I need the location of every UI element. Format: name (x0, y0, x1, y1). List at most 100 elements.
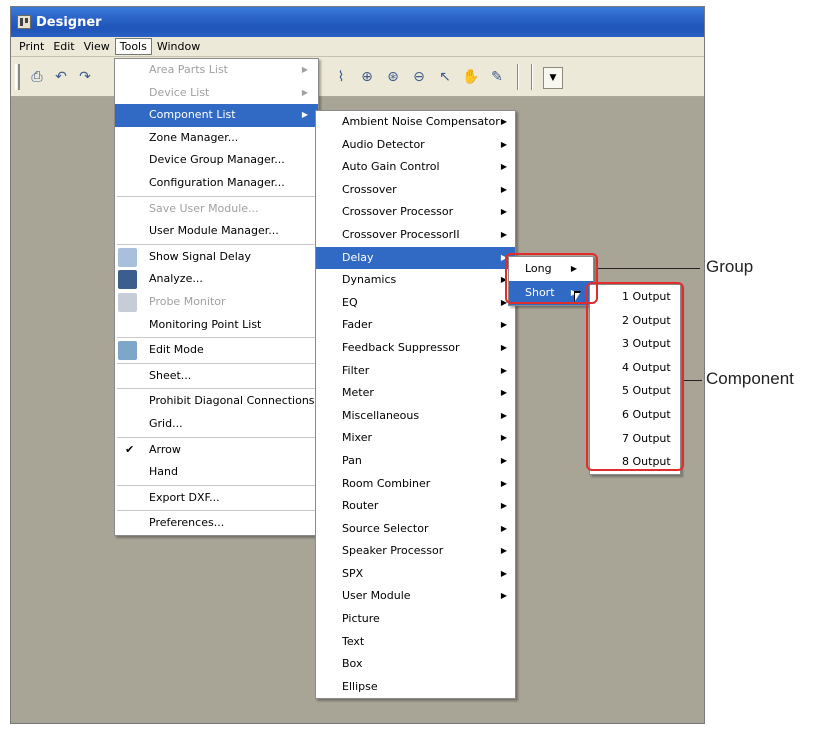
component-item-spx[interactable]: SPX ▶ (316, 563, 515, 586)
menu-item-label: Show Signal Delay (149, 249, 252, 263)
arrow-tool-icon[interactable]: ↖ (435, 67, 455, 87)
tools-item-user-module-manager[interactable]: User Module Manager... (115, 220, 318, 243)
tools-item-probe-monitor[interactable]: Probe Monitor (115, 291, 318, 314)
redo-icon[interactable]: ↷ (75, 67, 95, 87)
menu-item-label: Grid... (149, 416, 183, 430)
window-title: Designer (36, 14, 102, 30)
menu-item-label: Source Selector (342, 521, 429, 535)
menu-item-label: Audio Detector (342, 137, 425, 151)
menu-separator (117, 195, 316, 197)
menu-item-label: Speaker Processor (342, 544, 444, 558)
zoom-out-icon[interactable]: ⊖ (409, 67, 429, 87)
submenu-arrow-icon: ▶ (500, 184, 507, 194)
tools-item-edit-mode[interactable]: Edit Mode (115, 339, 318, 362)
menu-separator (117, 362, 316, 364)
toolbar-grip[interactable] (15, 64, 20, 90)
submenu-arrow-icon: ▶ (500, 320, 507, 330)
tools-item-export-dxf[interactable]: Export DXF... (115, 487, 318, 510)
component-item-crossover-processorii[interactable]: Crossover ProcessorII ▶ (316, 224, 515, 247)
menu-item-label: Filter (342, 363, 370, 377)
toolbar-separator (517, 64, 519, 90)
menu-item-label: User Module Manager... (149, 224, 279, 238)
tools-item-hand[interactable]: Hand (115, 461, 318, 484)
submenu-arrow-icon: ▶ (500, 207, 507, 217)
menu-item-label: Dynamics (342, 273, 397, 287)
submenu-arrow-icon: ▶ (500, 342, 507, 352)
menu-tools[interactable]: Tools (114, 38, 152, 55)
component-item-feedback-suppressor[interactable]: Feedback Suppressor ▶ (316, 337, 515, 360)
component-item-meter[interactable]: Meter ▶ (316, 382, 515, 405)
component-callout-box (586, 282, 684, 471)
menu-separator (117, 510, 316, 512)
component-item-delay[interactable]: Delay ▶ (316, 246, 515, 270)
tools-item-analyze[interactable]: Analyze... (115, 268, 318, 291)
tools-item-configuration-manager[interactable]: Configuration Manager... (115, 172, 318, 195)
menu-item-label: Prohibit Diagonal Connections (149, 394, 315, 408)
menu-bar: Print Edit View Tools Window (11, 37, 704, 57)
component-item-user-module[interactable]: User Module ▶ (316, 585, 515, 608)
tools-item-show-signal-delay[interactable]: Show Signal Delay (115, 246, 318, 269)
zoom-fit-icon[interactable]: ⊛ (383, 67, 403, 87)
component-item-miscellaneous[interactable]: Miscellaneous ▶ (316, 405, 515, 428)
menu-item-label: SPX (342, 566, 364, 580)
menu-item-label: Crossover ProcessorII (342, 227, 460, 241)
tools-item-prohibit-diagonal-connections[interactable]: Prohibit Diagonal Connections (115, 390, 318, 413)
print-icon[interactable]: ⎙ (27, 67, 47, 87)
menu-item-label: Ambient Noise Compensator (342, 115, 500, 128)
undo-icon[interactable]: ↶ (51, 67, 71, 87)
component-item-pan[interactable]: Pan ▶ (316, 450, 515, 473)
tools-item-preferences[interactable]: Preferences... (115, 512, 318, 535)
zoom-in-icon[interactable]: ⊕ (357, 67, 377, 87)
menu-print[interactable]: Print (15, 39, 48, 54)
tools-item-arrow[interactable]: ✔ Arrow (115, 439, 318, 462)
component-item-picture[interactable]: Picture (316, 608, 515, 631)
component-item-ambient-noise-compensator[interactable]: Ambient Noise Compensator ▶ (316, 111, 515, 134)
menu-item-label: Area Parts List (149, 63, 228, 76)
hand-tool-icon[interactable]: ✋ (461, 67, 481, 87)
menu-edit[interactable]: Edit (49, 39, 78, 54)
tools-item-sheet[interactable]: Sheet... (115, 365, 318, 388)
component-item-crossover-processor[interactable]: Crossover Processor ▶ (316, 201, 515, 224)
component-item-filter[interactable]: Filter ▶ (316, 360, 515, 383)
edit-mode-tool-icon[interactable]: ✎ (487, 67, 507, 87)
tools-item-save-user-module[interactable]: Save User Module... (115, 198, 318, 221)
menu-separator (117, 484, 316, 486)
component-item-crossover[interactable]: Crossover ▶ (316, 179, 515, 202)
component-item-audio-detector[interactable]: Audio Detector ▶ (316, 134, 515, 157)
component-item-room-combiner[interactable]: Room Combiner ▶ (316, 473, 515, 496)
component-item-source-selector[interactable]: Source Selector ▶ (316, 518, 515, 541)
menu-item-label: Text (342, 634, 365, 648)
component-item-dynamics[interactable]: Dynamics ▶ (316, 269, 515, 292)
probe-tool-icon[interactable]: ⌇ (331, 67, 351, 87)
menu-view[interactable]: View (80, 39, 114, 54)
component-item-box[interactable]: Box (316, 653, 515, 676)
group-callout-label: Group (706, 257, 754, 276)
component-item-fader[interactable]: Fader ▶ (316, 314, 515, 337)
tools-item-monitoring-point-list[interactable]: Monitoring Point List (115, 314, 318, 337)
tools-item-component-list[interactable]: Component List ▶ (115, 104, 318, 127)
tools-item-area-parts-list[interactable]: Area Parts List ▶ (115, 59, 318, 82)
tools-item-grid[interactable]: Grid... (115, 413, 318, 436)
menu-item-label: Ellipse (342, 679, 378, 693)
tools-item-device-list[interactable]: Device List ▶ (115, 82, 318, 105)
submenu-arrow-icon: ▶ (500, 455, 507, 465)
component-item-ellipse[interactable]: Ellipse (316, 676, 515, 699)
tools-item-zone-manager[interactable]: Zone Manager... (115, 127, 318, 150)
component-item-router[interactable]: Router ▶ (316, 495, 515, 518)
menu-item-label: Pan (342, 453, 362, 467)
toolbar-separator (531, 64, 533, 90)
mouse-cursor-fill (575, 293, 580, 301)
menu-item-label: Meter (342, 386, 374, 400)
component-item-eq[interactable]: EQ ▶ (316, 292, 515, 315)
menu-window[interactable]: Window (153, 39, 204, 54)
component-item-text[interactable]: Text (316, 631, 515, 654)
component-item-speaker-processor[interactable]: Speaker Processor ▶ (316, 540, 515, 563)
menu-item-label: Room Combiner (342, 476, 431, 490)
toolbar-dropdown[interactable]: ▼ (543, 67, 563, 89)
menu-item-label: Probe Monitor (149, 294, 226, 308)
component-item-auto-gain-control[interactable]: Auto Gain Control ▶ (316, 156, 515, 179)
tools-item-device-group-manager[interactable]: Device Group Manager... (115, 149, 318, 172)
menu-item-label: Device Group Manager... (149, 153, 285, 167)
component-item-mixer[interactable]: Mixer ▶ (316, 427, 515, 450)
submenu-arrow-icon: ▶ (301, 110, 308, 120)
